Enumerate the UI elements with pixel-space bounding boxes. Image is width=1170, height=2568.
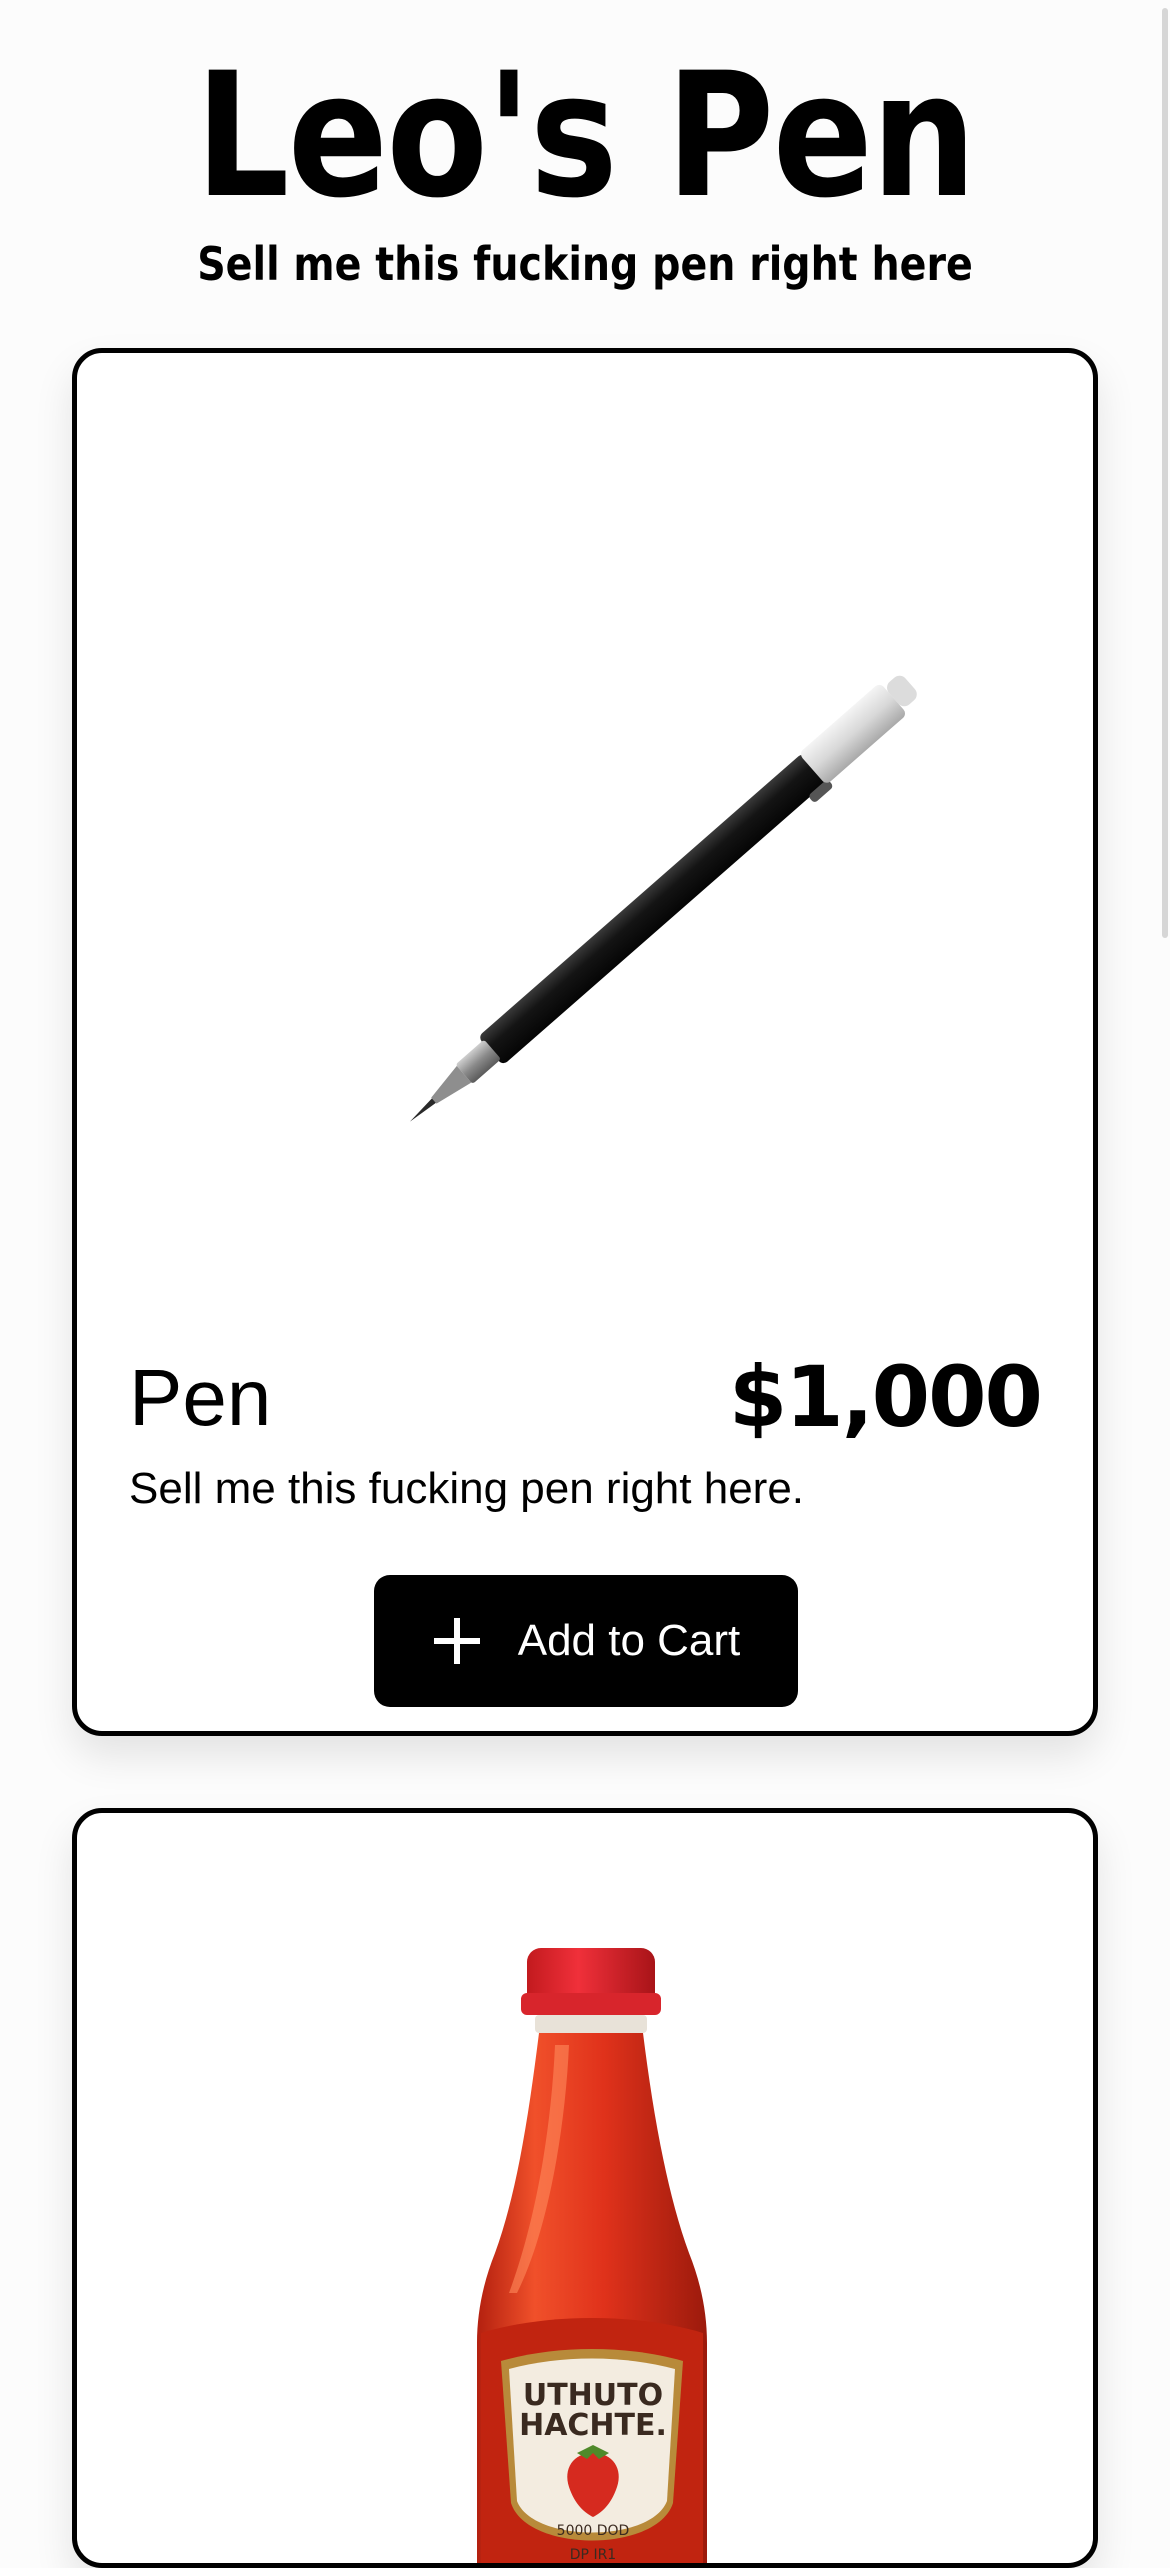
scrollbar-thumb[interactable]: [1162, 8, 1168, 938]
product-card-pen: Pen $1,000 Sell me this fucking pen righ…: [72, 348, 1098, 1736]
shop-tagline: Sell me this fucking pen right here: [197, 237, 973, 291]
sauce-label-line2: HACHTE.: [519, 2408, 667, 2443]
sauce-label-line3: 5000 DOD: [557, 2523, 630, 2539]
product-card-sauce: UTHUTO HACHTE. 5000 DOD DP IR1: [72, 1808, 1098, 2568]
pen-barrel: [480, 754, 826, 1064]
add-to-cart-label: Add to Cart: [517, 1616, 741, 1665]
sauce-bottle-image: UTHUTO HACHTE. 5000 DOD DP IR1: [477, 1948, 707, 2563]
product-description: Sell me this fucking pen right here.: [129, 1464, 805, 1513]
sauce-label-line4: DP IR1: [570, 2547, 616, 2563]
add-to-cart-button[interactable]: Add to Cart: [374, 1575, 798, 1707]
scrollbar[interactable]: [1156, 0, 1170, 2532]
product-name: Pen: [129, 1353, 272, 1442]
pen-image: [409, 675, 917, 1122]
shop-title: Leo's Pen: [195, 35, 976, 236]
plus-icon: [433, 1618, 480, 1664]
product-price: $1,000: [728, 1348, 1043, 1446]
